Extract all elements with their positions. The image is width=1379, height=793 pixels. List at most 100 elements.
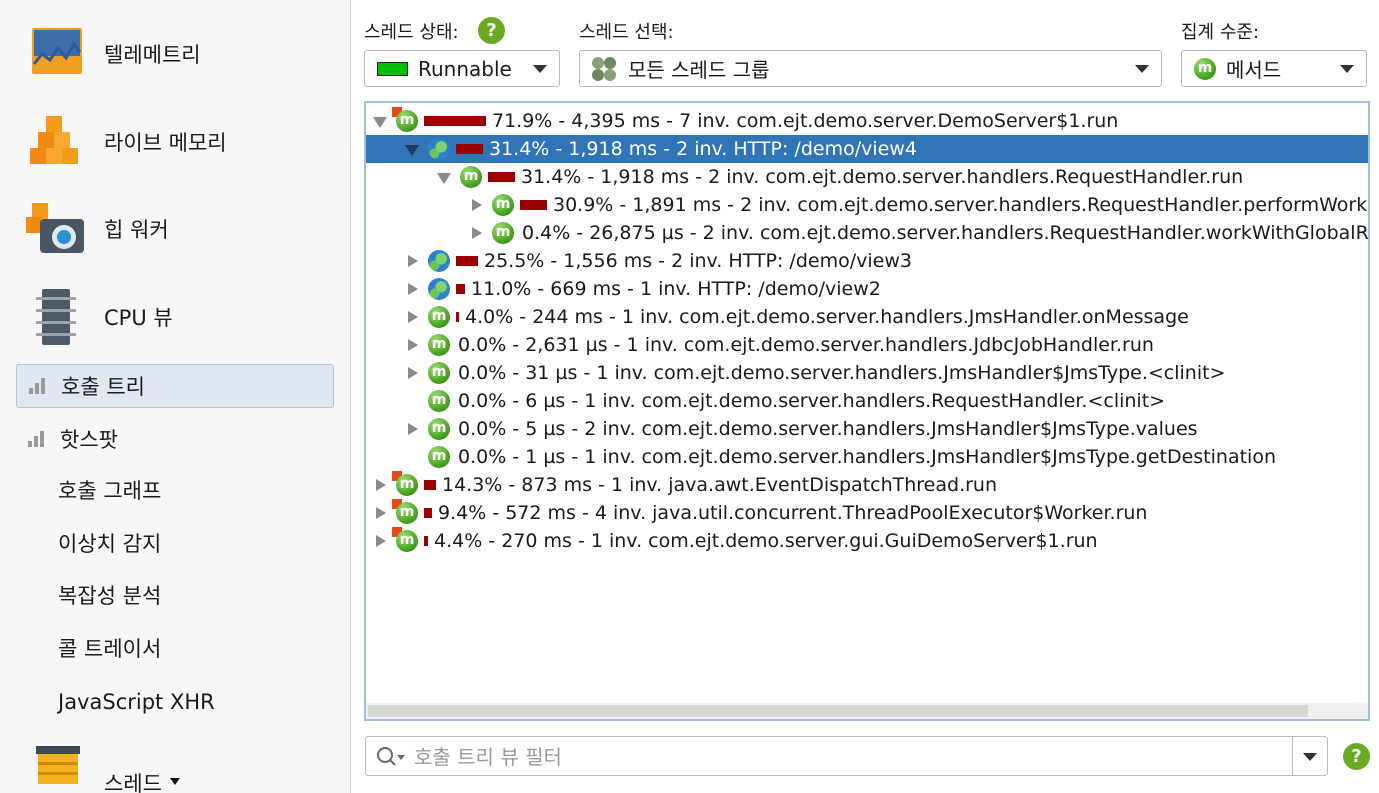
search-icon	[377, 747, 405, 766]
expand-triangle-icon[interactable]	[404, 415, 422, 443]
aggregation-level-value: 메서드	[1226, 58, 1282, 82]
sidebar-item-call-graph[interactable]: 호출 그래프	[58, 476, 161, 506]
sidebar-item-label: 라이브 메모리	[104, 131, 227, 155]
tree-row[interactable]: m 4.0% - 244 ms - 1 inv. com.ejt.demo.ser…	[366, 303, 1368, 331]
time-percentage-bar	[488, 172, 515, 182]
sidebar-item-complexity-analysis[interactable]: 복잡성 분석	[58, 581, 161, 611]
expand-triangle-icon[interactable]	[404, 359, 422, 387]
sidebar-item-call-tracer[interactable]: 콜 트레이서	[58, 634, 161, 664]
sidebar-item-javascript-xhr[interactable]: JavaScript XHR	[58, 687, 215, 717]
sidebar-item-label: 텔레메트리	[104, 43, 201, 67]
tree-row[interactable]: m 0.0% - 2,631 µs - 1 inv. com.ejt.demo.s…	[366, 331, 1368, 359]
sidebar-item-heap-walker[interactable]: 힙 워커	[26, 199, 169, 259]
sidebar-scroll-down-arrow[interactable]	[170, 778, 180, 785]
method-icon: m	[426, 304, 452, 330]
horizontal-scrollbar[interactable]	[366, 703, 1368, 719]
filter-input[interactable]	[412, 741, 1276, 773]
tree-row[interactable]: m 0.0% - 6 µs - 1 inv. com.ejt.demo.serve…	[366, 387, 1368, 415]
filter-history-dropdown[interactable]	[1292, 737, 1327, 775]
tree-row-label: 4.4% - 270 ms - 1 inv. com.ejt.demo.serv…	[434, 530, 1098, 552]
tree-row[interactable]: m 0.0% - 1 µs - 1 inv. com.ejt.demo.serve…	[366, 443, 1368, 471]
chevron-down-icon	[533, 65, 547, 73]
time-percentage-bar	[520, 200, 547, 210]
tree-row-label: 31.4% - 1,918 ms - 2 inv. HTTP: /demo/vi…	[489, 138, 917, 160]
filter-help-icon[interactable]: ?	[1343, 743, 1370, 770]
help-icon[interactable]: ?	[478, 17, 505, 44]
thread-method-icon: m	[392, 527, 420, 554]
sidebar-item-threads[interactable]: 스레드	[26, 740, 162, 793]
collapse-triangle-icon[interactable]	[436, 163, 454, 191]
call-tree-view[interactable]: m 71.9% - 4,395 ms - 7 inv. com.ejt.demo.…	[364, 101, 1370, 721]
tree-row[interactable]: m 9.4% - 572 ms - 4 inv. java.util.concur…	[366, 499, 1368, 527]
tree-row[interactable]: m 31.4% - 1,918 ms - 2 inv. com.ejt.demo.…	[366, 163, 1368, 191]
sidebar-item-live-memory[interactable]: 라이브 메모리	[26, 112, 227, 172]
tree-row[interactable]: m 71.9% - 4,395 ms - 7 inv. com.ejt.demo.…	[366, 107, 1368, 135]
sidebar-item-label: 스레드	[104, 771, 162, 793]
tree-row[interactable]: m 4.4% - 270 ms - 1 inv. com.ejt.demo.ser…	[366, 527, 1368, 555]
threads-icon	[26, 740, 86, 793]
horizontal-scrollbar-thumb[interactable]	[368, 705, 1308, 717]
tree-row[interactable]: m 0.0% - 5 µs - 2 inv. com.ejt.demo.serve…	[366, 415, 1368, 443]
tree-row-label: 11.0% - 669 ms - 1 inv. HTTP: /demo/view…	[471, 278, 881, 300]
tree-row-label: 30.9% - 1,891 ms - 2 inv. com.ejt.demo.s…	[553, 194, 1368, 216]
sidebar-item-cpu-views[interactable]: CPU 뷰	[26, 287, 173, 347]
method-icon: m	[426, 444, 452, 470]
aggregation-level-label: 집계 수준:	[1181, 22, 1260, 43]
expand-triangle-icon[interactable]	[372, 527, 390, 555]
tree-row-label: 0.0% - 1 µs - 1 inv. com.ejt.demo.server…	[458, 446, 1276, 468]
sidebar-item-hotspots[interactable]: 핫스팟	[16, 417, 334, 461]
bar-chart-icon	[28, 431, 46, 447]
expand-triangle-icon[interactable]	[404, 275, 422, 303]
camera-blocks-icon	[26, 199, 86, 259]
tree-row[interactable]: 31.4% - 1,918 ms - 2 inv. HTTP: /demo/vi…	[366, 135, 1368, 163]
method-icon: m	[490, 220, 516, 246]
bar-chart-icon	[29, 378, 47, 394]
tree-row[interactable]: m 30.9% - 1,891 ms - 2 inv. com.ejt.demo.…	[366, 191, 1368, 219]
thread-state-dropdown[interactable]: Runnable	[364, 50, 560, 87]
telemetry-chart-icon	[26, 24, 86, 84]
tree-row[interactable]: m 14.3% - 873 ms - 1 inv. java.awt.EventD…	[366, 471, 1368, 499]
thread-method-icon: m	[392, 499, 420, 526]
tree-row-label: 0.0% - 2,631 µs - 1 inv. com.ejt.demo.se…	[458, 334, 1154, 356]
thread-state-value: Runnable	[418, 56, 512, 81]
sidebar-item-outlier-detection[interactable]: 이상치 감지	[58, 529, 161, 559]
tree-row[interactable]: m 0.4% - 26,875 µs - 2 inv. com.ejt.demo.…	[366, 219, 1368, 247]
expand-triangle-icon[interactable]	[468, 191, 486, 219]
sidebar-item-call-tree[interactable]: 호출 트리	[16, 364, 334, 408]
thread-method-icon: m	[392, 107, 420, 134]
time-percentage-bar	[424, 480, 436, 490]
thread-select-dropdown[interactable]: 모든 스레드 그룹	[579, 50, 1162, 87]
method-icon: m	[426, 360, 452, 386]
thread-group-icon	[592, 56, 618, 81]
runnable-state-swatch	[377, 61, 408, 76]
collapse-triangle-icon[interactable]	[404, 135, 422, 163]
expand-triangle-icon[interactable]	[372, 471, 390, 499]
sidebar-item-label: 힙 워커	[104, 218, 169, 242]
time-percentage-bar	[424, 536, 428, 546]
tree-row[interactable]: 11.0% - 669 ms - 1 inv. HTTP: /demo/view…	[366, 275, 1368, 303]
method-icon: m	[426, 332, 452, 358]
time-percentage-bar	[424, 508, 432, 518]
memory-blocks-icon	[26, 112, 86, 172]
chevron-down-icon	[1340, 65, 1354, 73]
chevron-down-icon	[1135, 65, 1149, 73]
aggregation-level-dropdown[interactable]: m 메서드	[1181, 50, 1367, 87]
http-request-globe-icon	[426, 248, 452, 274]
expand-triangle-icon[interactable]	[404, 247, 422, 275]
time-percentage-bar	[424, 116, 486, 126]
collapse-triangle-icon[interactable]	[372, 107, 390, 135]
tree-row[interactable]: m 0.0% - 31 µs - 1 inv. com.ejt.demo.serv…	[366, 359, 1368, 387]
sidebar-item-label: CPU 뷰	[104, 306, 173, 330]
time-percentage-bar	[456, 256, 478, 266]
tree-row-label: 0.0% - 31 µs - 1 inv. com.ejt.demo.serve…	[458, 362, 1226, 384]
expand-triangle-icon[interactable]	[372, 499, 390, 527]
method-icon: m	[490, 192, 516, 218]
expand-triangle-icon[interactable]	[404, 331, 422, 359]
sidebar-item-telemetry[interactable]: 텔레메트리	[26, 24, 201, 84]
expand-triangle-icon[interactable]	[468, 219, 486, 247]
call-tree-filter[interactable]	[365, 736, 1328, 776]
expand-triangle-icon[interactable]	[404, 303, 422, 331]
tree-row[interactable]: 25.5% - 1,556 ms - 2 inv. HTTP: /demo/vi…	[366, 247, 1368, 275]
method-icon: m	[426, 416, 452, 442]
